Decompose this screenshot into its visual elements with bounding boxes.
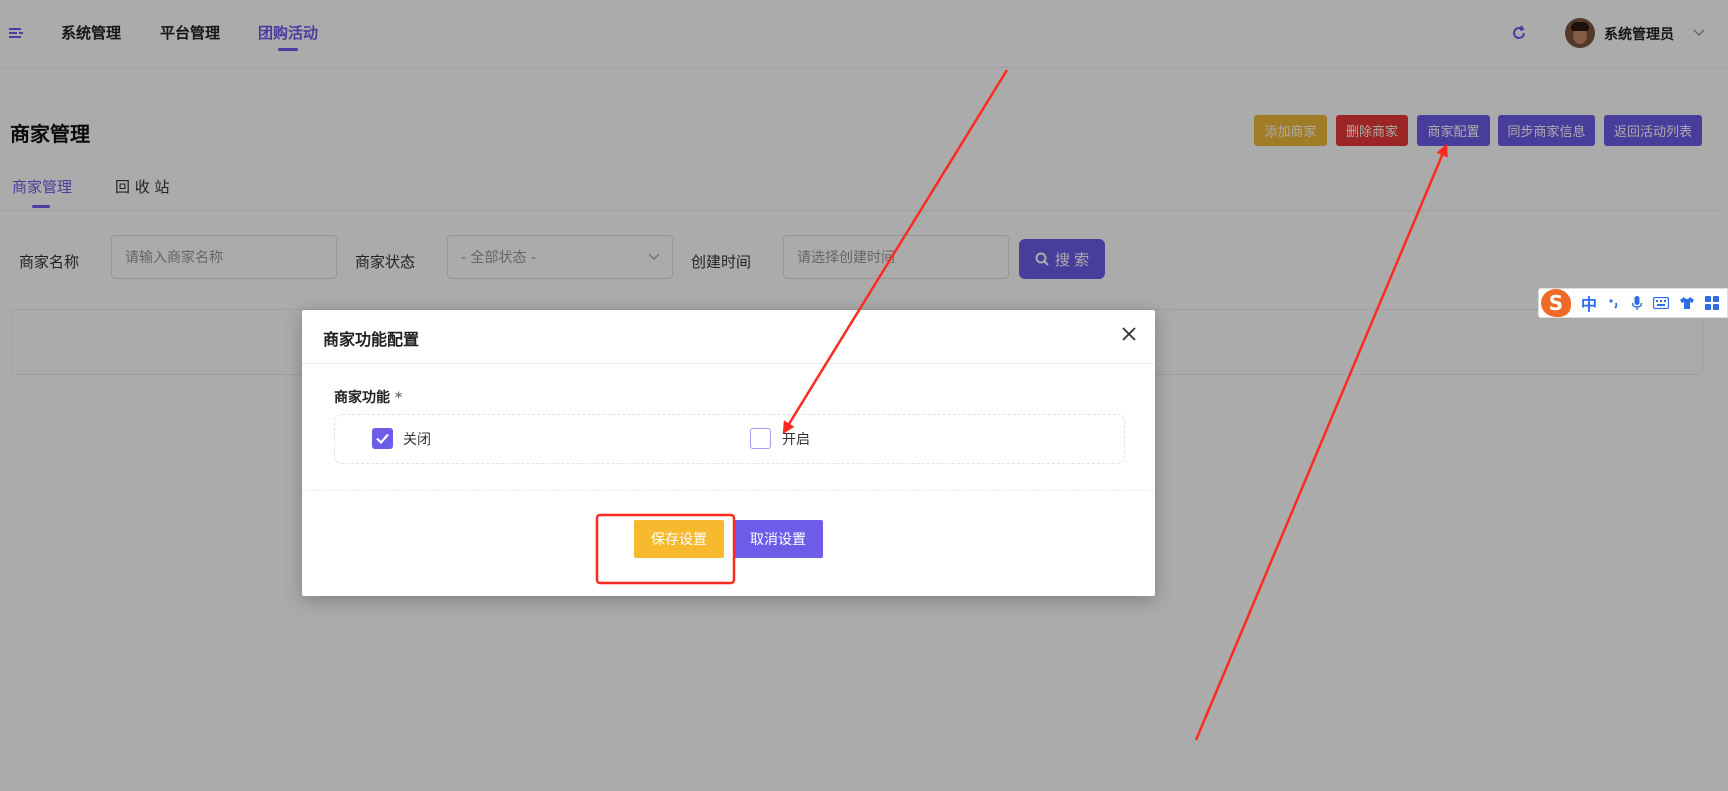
merchant-function-options: [334, 414, 1125, 464]
merchant-function-label: 商家功能 *: [334, 390, 403, 406]
close-icon[interactable]: [1121, 326, 1137, 342]
sogou-logo-icon[interactable]: S: [1541, 289, 1571, 317]
skin-shirt-icon[interactable]: [1679, 296, 1695, 310]
punctuation-icon[interactable]: [1607, 296, 1621, 310]
merchant-config-dialog: 商家功能配置 商家功能 * 关闭 开启 保存设置 取消设置: [302, 310, 1155, 596]
option-off-checkbox[interactable]: [372, 428, 393, 449]
toolbox-grid-icon[interactable]: [1705, 296, 1720, 310]
cancel-settings-button[interactable]: 取消设置: [733, 520, 823, 558]
ime-toolbar[interactable]: S 中: [1538, 288, 1728, 318]
dialog-header-divider: [302, 363, 1155, 364]
save-settings-button[interactable]: 保存设置: [634, 520, 724, 558]
option-off-label[interactable]: 关闭: [403, 429, 431, 449]
keyboard-icon[interactable]: [1653, 297, 1670, 309]
required-mark: *: [394, 390, 403, 406]
microphone-icon[interactable]: [1631, 295, 1643, 311]
option-on-checkbox[interactable]: [750, 428, 771, 449]
dialog-title: 商家功能配置: [323, 330, 420, 349]
ime-language-indicator[interactable]: 中: [1581, 291, 1597, 315]
option-on-label[interactable]: 开启: [782, 429, 810, 449]
dialog-footer-divider: [302, 490, 1155, 491]
checkmark-icon: [376, 433, 389, 445]
